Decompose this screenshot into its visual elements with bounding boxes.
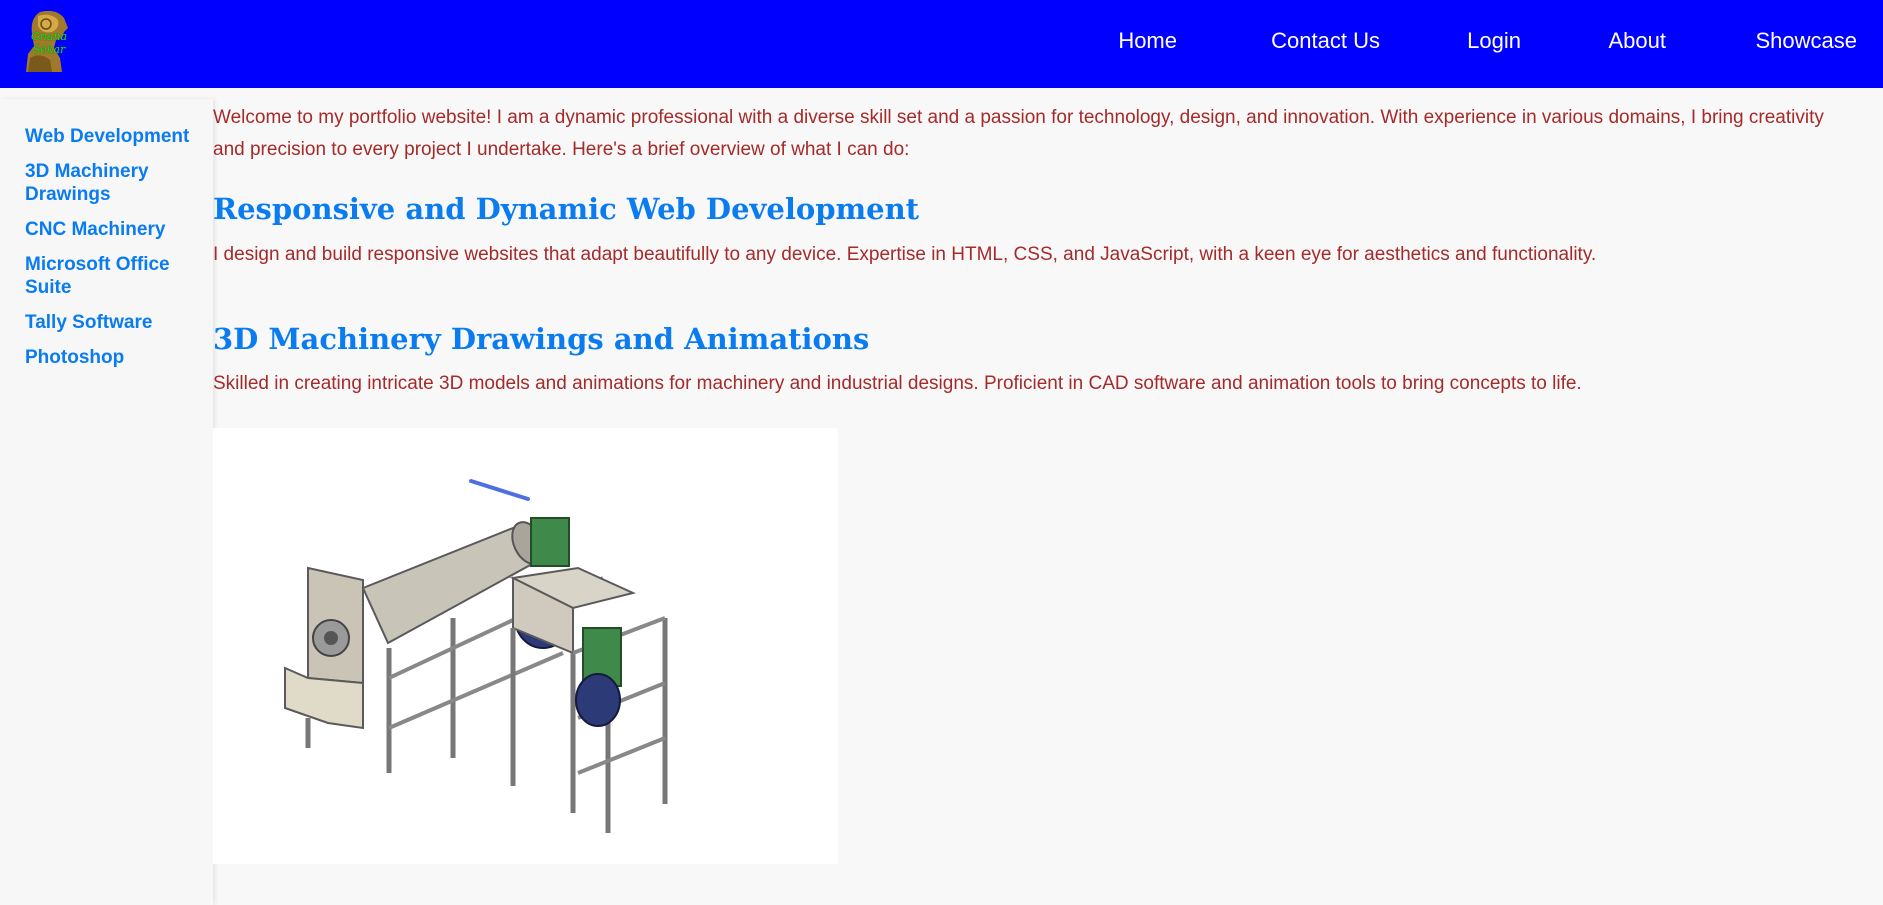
sidebar-menu: Web Development 3D Machinery Drawings CN… bbox=[0, 99, 213, 369]
sidebar-item: Microsoft Office Suite bbox=[25, 253, 213, 299]
nav-login[interactable]: Login bbox=[1467, 28, 1521, 54]
section-text: I design and build responsive websites t… bbox=[213, 244, 1597, 265]
sidebar-item: Web Development bbox=[25, 125, 213, 148]
sidebar-item: Photoshop bbox=[25, 346, 213, 369]
sidebar-item: CNC Machinery bbox=[25, 218, 213, 241]
machinery-image bbox=[213, 428, 838, 864]
sidebar-item-web-development[interactable]: Web Development bbox=[25, 125, 195, 148]
section-heading: 3D Machinery Drawings and Animations bbox=[213, 322, 870, 356]
logo-text: Gnana Sekar bbox=[20, 30, 78, 56]
sidebar-item: Tally Software bbox=[25, 311, 213, 334]
section-heading: Responsive and Dynamic Web Development bbox=[213, 192, 920, 226]
section-text: Skilled in creating intricate 3D models … bbox=[213, 373, 1582, 394]
nav-home[interactable]: Home bbox=[1118, 28, 1177, 54]
nav-showcase[interactable]: Showcase bbox=[1755, 28, 1857, 54]
sidebar-item-tally-software[interactable]: Tally Software bbox=[25, 311, 195, 334]
sidebar-item-cnc-machinery[interactable]: CNC Machinery bbox=[25, 218, 195, 241]
sidebar-item-3d-machinery-drawings[interactable]: 3D Machinery Drawings bbox=[25, 160, 195, 206]
logo-text-line2: Sekar bbox=[32, 43, 66, 56]
logo-text-line1: Gnana bbox=[30, 30, 68, 43]
section-web-development: Responsive and Dynamic Web Development I… bbox=[213, 191, 1853, 271]
intro-paragraph: Welcome to my portfolio website! I am a … bbox=[213, 107, 1824, 160]
top-navbar: Gnana Sekar Home Contact Us Login About … bbox=[0, 0, 1883, 88]
sidebar-item-microsoft-office-suite[interactable]: Microsoft Office Suite bbox=[25, 253, 195, 299]
sidebar: Web Development 3D Machinery Drawings CN… bbox=[0, 99, 213, 905]
nav-contact-us[interactable]: Contact Us bbox=[1271, 28, 1380, 54]
sidebar-item: 3D Machinery Drawings bbox=[25, 160, 213, 206]
main-content: Welcome to my portfolio website! I am a … bbox=[213, 99, 1853, 864]
nav-about[interactable]: About bbox=[1609, 28, 1667, 54]
section-3d-machinery: 3D Machinery Drawings and Animations Ski… bbox=[213, 321, 1853, 864]
site-logo[interactable]: Gnana Sekar bbox=[20, 8, 78, 72]
sidebar-item-photoshop[interactable]: Photoshop bbox=[25, 346, 195, 369]
machinery-drawing-icon bbox=[213, 428, 838, 864]
